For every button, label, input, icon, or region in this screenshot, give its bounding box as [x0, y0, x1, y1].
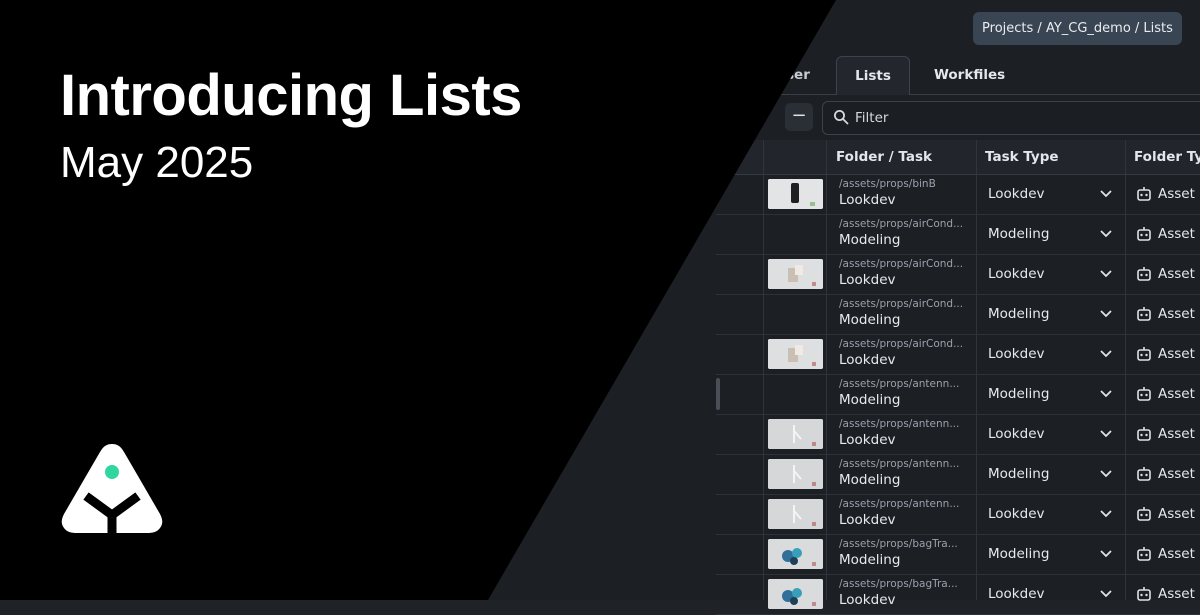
- ayon-logo-icon: [61, 444, 163, 533]
- page-title: Introducing Lists: [60, 63, 522, 128]
- page-subtitle: May 2025: [60, 138, 254, 187]
